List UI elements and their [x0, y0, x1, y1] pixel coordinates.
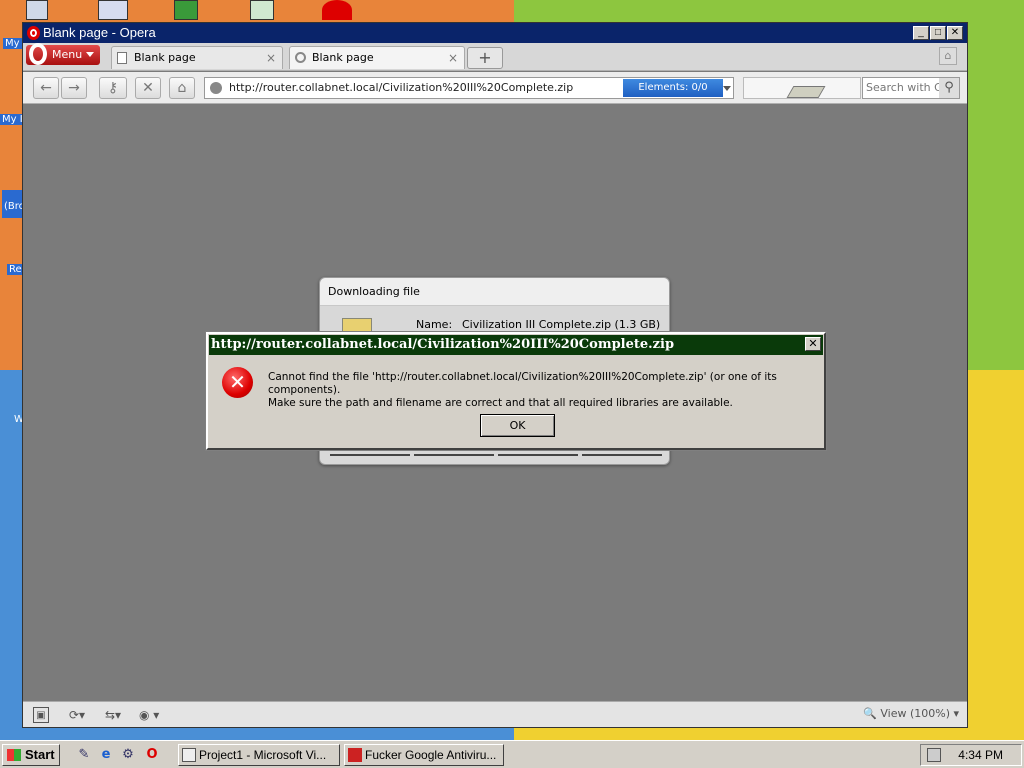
tab-bar: Menu Blank page × Blank page × + ⌂ — [23, 43, 967, 71]
error-message-line-1: Cannot find the file 'http://router.coll… — [268, 371, 777, 396]
error-message: Cannot find the file 'http://router.coll… — [268, 371, 818, 410]
chevron-down-icon — [86, 52, 94, 57]
minimize-button[interactable]: _ — [913, 26, 929, 40]
desktop-network-icon[interactable] — [98, 0, 128, 20]
opera-logo-icon — [27, 26, 40, 40]
download-buttons — [328, 450, 662, 458]
menu-label: Menu — [52, 48, 83, 61]
turbo-icon[interactable]: ◉ ▾ — [139, 707, 159, 723]
opera-o-icon — [29, 43, 47, 65]
sync-icon[interactable]: ⟳▾ — [69, 707, 85, 723]
tab-close-icon[interactable]: × — [266, 47, 276, 69]
zoom-view-control[interactable]: 🔍 View (100%) ▾ — [863, 707, 959, 720]
address-text: http://router.collabnet.local/Civilizati… — [229, 81, 574, 94]
close-button[interactable]: ✕ — [947, 26, 963, 40]
search-placeholder: Search with Go — [866, 81, 950, 94]
task-antivirus[interactable]: Fucker Google Antiviru... — [344, 744, 504, 766]
task-project1[interactable]: Project1 - Microsoft Vi... — [178, 744, 340, 766]
error-dialog-title[interactable]: http://router.collabnet.local/Civilizati… — [209, 335, 823, 355]
tab-blank-page-2[interactable]: Blank page × — [289, 46, 465, 69]
desktop-label-my-documents[interactable]: My I — [0, 114, 25, 125]
window-titlebar[interactable]: Blank page - Opera _ □ ✕ — [23, 23, 967, 43]
search-icon[interactable]: ⚲ — [939, 78, 959, 98]
download-button-3[interactable] — [498, 450, 578, 456]
key-button[interactable]: ⚷ — [99, 77, 127, 99]
error-icon: ✕ — [222, 367, 253, 398]
status-bar: ▣ ⟳▾ ⇆▾ ◉ ▾ 🔍 View (100%) ▾ — [23, 701, 967, 727]
tab-label: Blank page — [312, 51, 374, 64]
desktop-excel-icon[interactable] — [174, 0, 198, 20]
navigation-toolbar: ← → ⚷ ✕ ⌂ http://router.collabnet.local/… — [23, 72, 967, 104]
trash-icon[interactable]: ⌂ — [939, 47, 957, 65]
share-icon[interactable]: ⇆▾ — [105, 707, 121, 723]
back-button[interactable]: ← — [33, 77, 59, 99]
download-button-2[interactable] — [414, 450, 494, 456]
site-info-icon[interactable] — [210, 82, 222, 94]
tab-blank-page-1[interactable]: Blank page × — [111, 46, 283, 69]
chevron-down-icon[interactable] — [723, 86, 731, 91]
maximize-button[interactable]: □ — [930, 26, 946, 40]
stop-button[interactable]: ✕ — [135, 77, 161, 99]
taskbar: Start ✎ e ⚙ O Project1 - Microsoft Vi...… — [0, 740, 1024, 768]
network-icon[interactable] — [927, 748, 941, 762]
new-tab-button[interactable]: + — [467, 47, 503, 69]
system-tray: 4:34 PM — [920, 744, 1022, 766]
quicklaunch-settings-icon[interactable]: ⚙ — [120, 747, 136, 763]
panel-toggle-icon[interactable]: ▣ — [33, 707, 49, 723]
page-icon — [117, 52, 127, 64]
forward-button[interactable]: → — [61, 77, 87, 99]
quicklaunch-ie-icon[interactable]: e — [98, 747, 114, 763]
window-title: Blank page - Opera — [43, 25, 156, 40]
download-name-value: Civilization III Complete.zip (1.3 GB) — [462, 318, 661, 331]
opera-menu-button[interactable]: Menu — [26, 43, 100, 65]
desktop-opera-icon[interactable] — [322, 0, 352, 20]
app-icon — [348, 748, 362, 762]
vb-icon — [182, 748, 196, 762]
error-message-line-2: Make sure the path and filename are corr… — [268, 397, 733, 409]
quicklaunch-edit-icon[interactable]: ✎ — [76, 747, 92, 763]
download-dialog-title: Downloading file — [320, 278, 669, 306]
start-label: Start — [25, 747, 55, 762]
desktop-clock-icon[interactable] — [250, 0, 274, 20]
globe-icon — [295, 52, 306, 63]
home-button[interactable]: ⌂ — [169, 77, 195, 99]
ok-button[interactable]: OK — [480, 414, 555, 437]
start-button[interactable]: Start — [2, 744, 60, 766]
elements-badge[interactable]: Elements: 0/0 — [623, 79, 723, 97]
error-dialog: http://router.collabnet.local/Civilizati… — [205, 331, 827, 451]
clock[interactable]: 4:34 PM — [958, 745, 1003, 765]
search-input[interactable]: Search with Go ⚲ — [862, 77, 960, 99]
address-bar[interactable]: http://router.collabnet.local/Civilizati… — [204, 77, 734, 99]
desktop-label-my-computer[interactable]: My — [3, 38, 22, 49]
elements-count: 0/0 — [691, 82, 708, 93]
elements-label: Elements: — [638, 82, 689, 93]
shape-icon — [786, 86, 826, 98]
error-close-button[interactable]: ✕ — [805, 337, 821, 351]
task-label: Fucker Google Antiviru... — [365, 748, 497, 762]
download-button-1[interactable] — [330, 450, 410, 456]
tab-close-icon[interactable]: × — [448, 47, 458, 69]
quicklaunch-opera-icon[interactable]: O — [144, 747, 160, 763]
download-name-label: Name: — [416, 318, 453, 331]
desktop-computer-icon[interactable] — [26, 0, 48, 20]
download-button-4[interactable] — [582, 450, 662, 456]
speed-dial-area — [743, 77, 861, 99]
task-label: Project1 - Microsoft Vi... — [199, 748, 327, 762]
windows-logo-icon — [7, 749, 21, 761]
tab-label: Blank page — [134, 51, 196, 64]
